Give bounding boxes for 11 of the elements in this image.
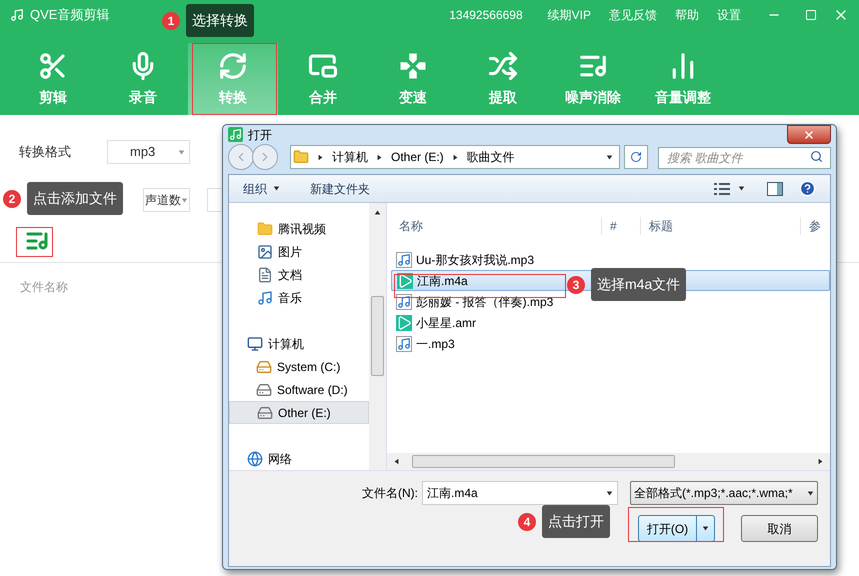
format-label: 转换格式 xyxy=(19,143,72,162)
account-number: 13492566698 xyxy=(449,7,523,24)
callout-tooltip: 选择转换 xyxy=(186,4,254,37)
column-header: 文件名称 xyxy=(20,280,68,294)
callout-tooltip: 点击添加文件 xyxy=(27,182,123,215)
filename-label: 文件名(N): xyxy=(362,485,418,502)
callout-tooltip: 点击打开 xyxy=(542,505,610,538)
dialog-title: 打开 xyxy=(248,126,272,144)
callout-tooltip: 选择m4a文件 xyxy=(591,268,686,301)
step-number: 2 xyxy=(3,190,21,208)
app-title: QVE音频剪辑 xyxy=(30,6,110,24)
